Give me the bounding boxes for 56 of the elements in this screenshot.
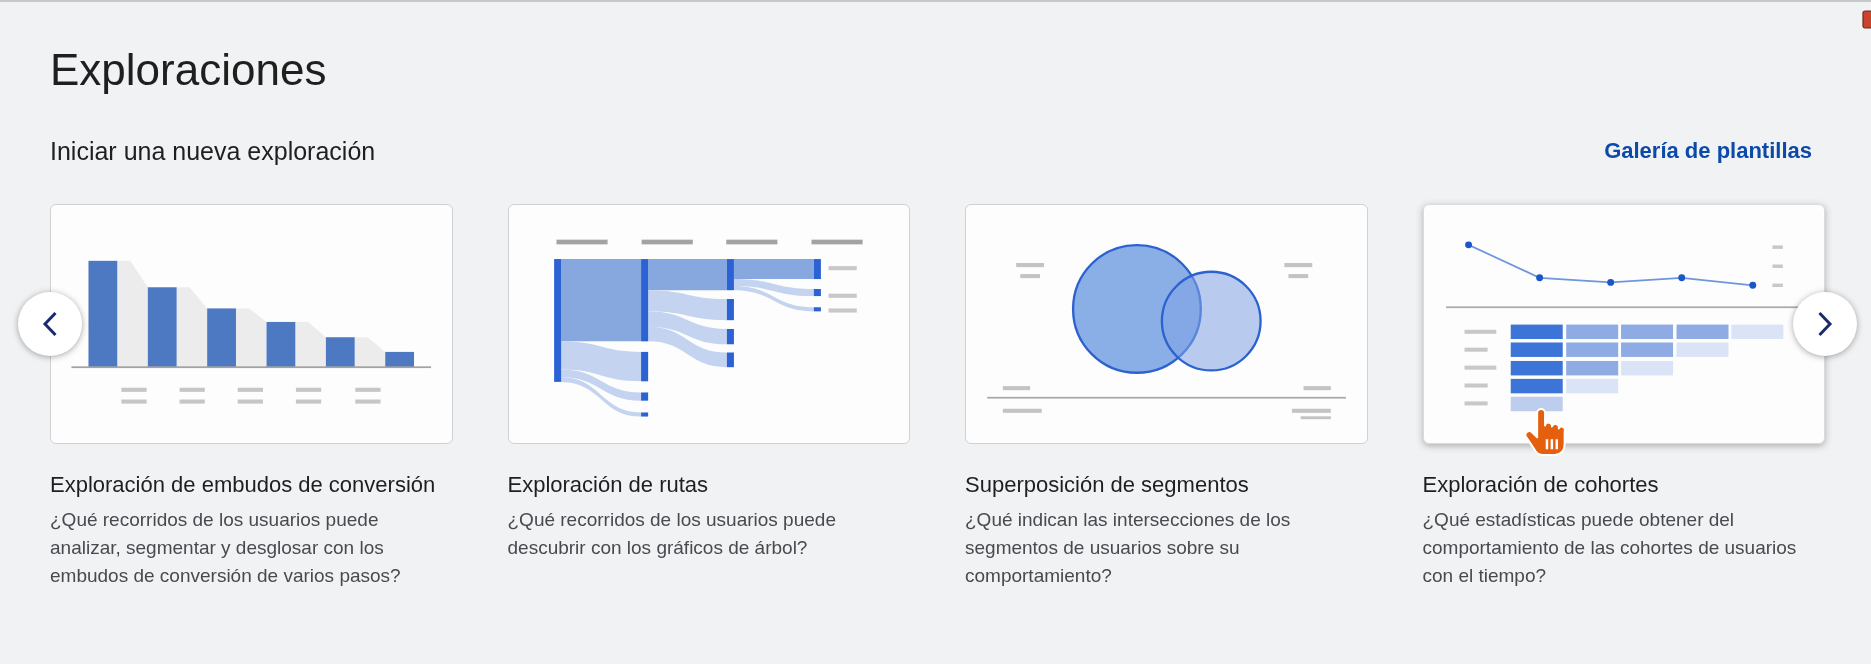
funnel-drop-area [354, 337, 386, 368]
template-description: ¿Qué estadísticas puede obtener del comportamiento de las cohortes de usuarios con el tiempo? [1422, 508, 1798, 588]
funnel-bar [385, 351, 415, 368]
node-bar [726, 352, 734, 368]
page-title: Exploraciones [50, 44, 328, 96]
cohort-cell [1510, 378, 1563, 394]
node-bar [640, 412, 648, 417]
template-title: Exploración de rutas [507, 471, 710, 499]
placeholder-line [1300, 416, 1331, 420]
next-button[interactable] [1793, 292, 1857, 356]
data-point [1677, 274, 1685, 282]
cohort-cell [1676, 342, 1728, 357]
previous-button[interactable] [18, 292, 82, 356]
data-point [1464, 241, 1472, 249]
cohort-cell [1565, 378, 1618, 394]
data-point [1535, 274, 1543, 282]
cohort-cell [1510, 360, 1563, 376]
template-description: ¿Qué indican las intersecciones de los segmentos de usuarios sobre su comportamiento? [965, 508, 1292, 588]
cohort-cell [1676, 324, 1728, 339]
data-point [1606, 278, 1614, 286]
funnel-drop-area [295, 321, 326, 368]
chevron-left-icon [42, 311, 58, 337]
cohort-cell [1620, 324, 1673, 339]
cohort-cell [1730, 324, 1783, 339]
cohort-cell [1510, 324, 1563, 339]
funnel-bar [325, 337, 355, 368]
node-bar [813, 307, 821, 312]
funnel-bar [266, 321, 296, 368]
hand-pointer-icon [1523, 406, 1569, 457]
cohort-cell [1510, 342, 1563, 357]
template-title: Exploración de embudos de conversión [50, 471, 437, 499]
cohort-cell [1565, 360, 1618, 376]
data-point [1748, 281, 1756, 289]
template-description: ¿Qué recorridos de los usuarios puede analizar, segmentar y desglosar con los embudos de conversión de varios pasos? [50, 508, 402, 588]
cohort-cell [1620, 342, 1673, 357]
node-bar [726, 299, 734, 321]
cohort-cell [1565, 324, 1618, 339]
template-title: Superposición de segmentos [965, 471, 1250, 499]
funnel-bar [207, 308, 236, 368]
template-description: ¿Qué recorridos de los usuarios puede descubrir con los gráficos de árbol? [507, 508, 837, 560]
node-bar [813, 259, 821, 280]
node-bar [813, 289, 821, 297]
cohort-cell [1510, 396, 1563, 412]
template-card[interactable] [50, 204, 453, 444]
template-title: Exploración de cohortes [1422, 471, 1660, 499]
chevron-right-icon [1817, 311, 1833, 337]
node-bar [640, 392, 648, 401]
node-bar [726, 259, 734, 291]
template-gallery-link[interactable]: Galería de plantillas [1604, 137, 1812, 165]
node-bar [726, 329, 734, 345]
template-card[interactable] [1422, 204, 1825, 444]
template-card[interactable] [507, 204, 910, 444]
section-heading: Iniciar una nueva exploración [50, 136, 376, 166]
node-bar [640, 351, 648, 382]
cohort-cell [1620, 360, 1673, 376]
cohort-cell [1565, 342, 1618, 357]
